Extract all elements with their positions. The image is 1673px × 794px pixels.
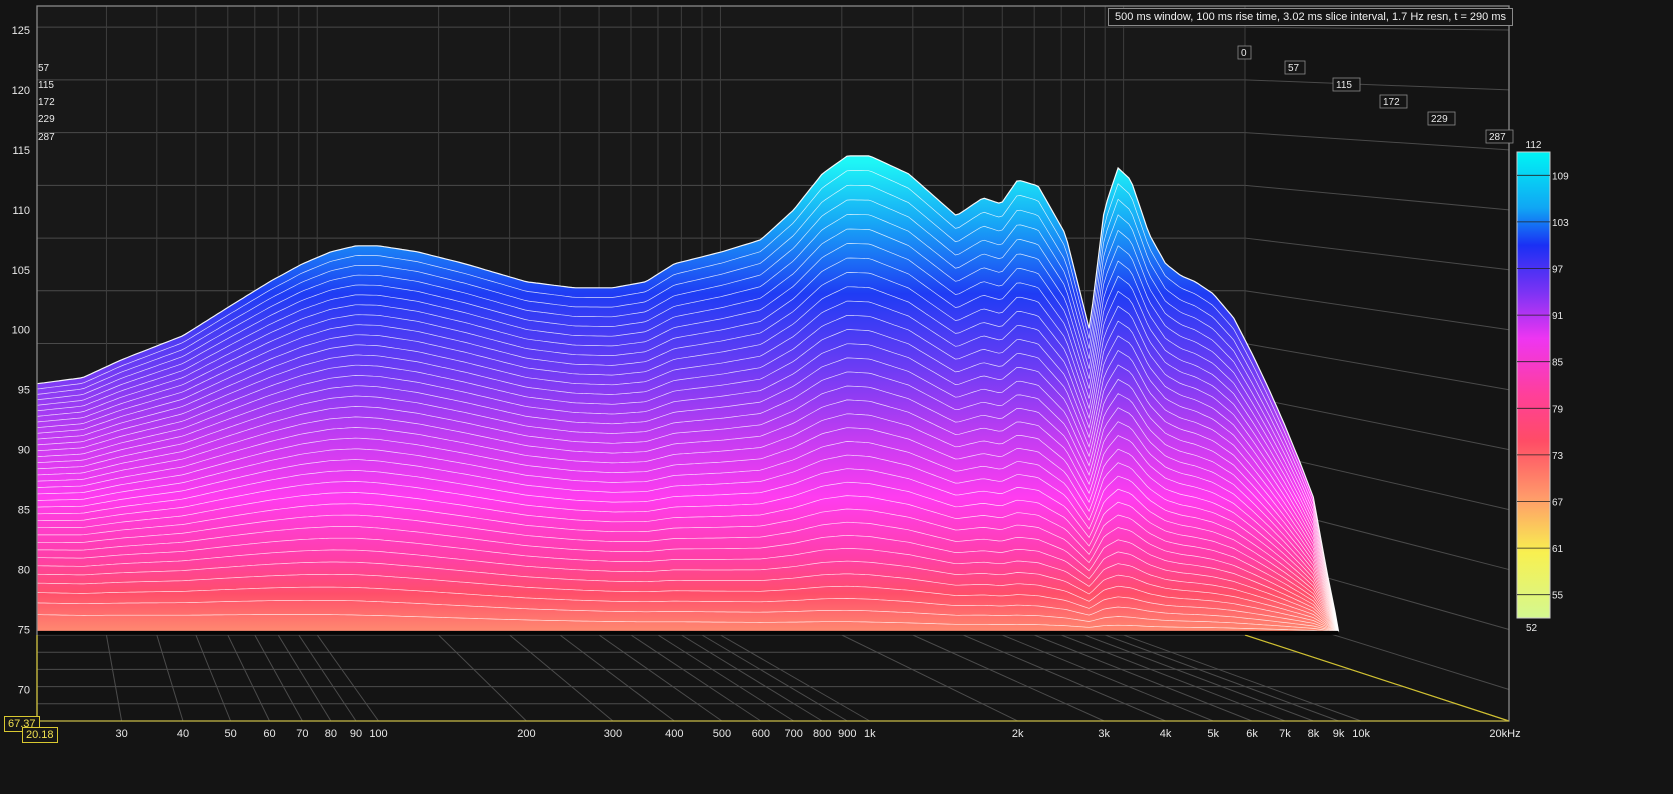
- time-tick-label-left: 287: [38, 132, 55, 143]
- side-grid-line: [1244, 132, 1510, 151]
- cursor-x-readout: 20.18: [22, 727, 58, 743]
- y-tick-label: 100: [12, 325, 30, 337]
- x-tick-label: 9k: [1333, 728, 1345, 740]
- floor-grid-line: [1060, 634, 1286, 722]
- x-tick-label: 5k: [1207, 728, 1219, 740]
- y-tick-label: 80: [18, 565, 30, 577]
- floor-grid-line: [962, 634, 1166, 722]
- floor-grid-line: [720, 634, 871, 722]
- y-tick-label: 105: [12, 265, 30, 277]
- floor-grid-line: [277, 634, 332, 722]
- x-tick-label: 800: [813, 728, 831, 740]
- floor-grid-line: [630, 634, 762, 722]
- floor-grid-line: [681, 634, 823, 722]
- side-grid-line: [1244, 26, 1510, 31]
- floor-grid-line: [1033, 634, 1253, 722]
- time-tick-label: 172: [1383, 97, 1400, 108]
- floor-grid-line: [1105, 634, 1339, 722]
- time-tick-label-left: 57: [38, 63, 50, 74]
- side-grid-line: [1244, 184, 1510, 211]
- y-tick-label: 90: [18, 445, 30, 457]
- y-tick-label: 95: [18, 385, 30, 397]
- x-tick-label: 7k: [1279, 728, 1291, 740]
- x-tick-label: 900: [838, 728, 856, 740]
- y-tick-label: 115: [12, 145, 30, 157]
- colorbar-tick-label: 85: [1552, 358, 1564, 369]
- x-tick-label: 500: [713, 728, 731, 740]
- y-tick-label: 125: [12, 25, 30, 37]
- colorbar-tick-label: 73: [1552, 451, 1564, 462]
- info-box: 500 ms window, 100 ms rise time, 3.02 ms…: [1108, 8, 1513, 26]
- colorbar-tick-label: 55: [1552, 591, 1564, 602]
- colorbar-tick-label: 67: [1552, 498, 1564, 509]
- y-axis: 70 75 80 85 90 95 100 105 110 115 120 125: [12, 25, 30, 696]
- floor-grid-line: [254, 634, 303, 722]
- y-tick-label: 70: [18, 684, 30, 696]
- time-tick-label: 287: [1489, 132, 1506, 143]
- floor-grid-line: [105, 634, 123, 722]
- side-grid-line: [1244, 343, 1510, 391]
- time-tick-label: 229: [1431, 114, 1448, 125]
- floor-grid-line: [841, 634, 1018, 722]
- colorbar-min: 52: [1526, 623, 1538, 634]
- floor-grid-line: [912, 634, 1105, 722]
- y-tick-label: 110: [12, 205, 30, 217]
- time-tick-label: 0: [1241, 48, 1247, 59]
- floor-grid-line: [1084, 634, 1314, 722]
- x-tick-label: 100: [369, 728, 387, 740]
- colorbar-tick-label: 109: [1552, 171, 1569, 182]
- floor-grid: [37, 634, 1510, 722]
- x-tick-label: 10k: [1352, 728, 1370, 740]
- y-tick-label: 85: [18, 505, 30, 517]
- floor-grid-line: [657, 634, 794, 722]
- floor-grid-line: [1002, 634, 1214, 722]
- x-tick-label: 50: [224, 728, 236, 740]
- time-tick-label: 115: [1336, 80, 1352, 91]
- x-tick-label: 6k: [1246, 728, 1258, 740]
- x-tick-label: 40: [177, 728, 189, 740]
- y-tick-label: 75: [18, 625, 30, 637]
- x-tick-label: 80: [325, 728, 337, 740]
- x-tick-label: 700: [785, 728, 803, 740]
- x-tick-label: 20kHz: [1489, 728, 1520, 740]
- x-tick-label: 90: [350, 728, 362, 740]
- floor-grid-line: [156, 634, 184, 722]
- x-tick-label: 60: [263, 728, 275, 740]
- x-tick-label: 400: [665, 728, 683, 740]
- x-tick-label: 2k: [1012, 728, 1024, 740]
- colorbar: 112 52 109 103 97 91 85 79 73 67 61 55: [1516, 140, 1569, 634]
- x-tick-label: 200: [517, 728, 535, 740]
- colorbar-tick-label: 103: [1552, 218, 1569, 229]
- x-tick-label: 70: [296, 728, 308, 740]
- colorbar-tick-label: 97: [1552, 265, 1564, 276]
- colorbar-max: 112: [1526, 140, 1542, 151]
- side-grid-line: [1244, 237, 1510, 271]
- x-tick-label: 3k: [1098, 728, 1110, 740]
- time-tick-label-left: 115: [38, 80, 54, 91]
- floor-grid-line: [701, 634, 848, 722]
- x-tick-label: 8k: [1308, 728, 1320, 740]
- x-axis: 30 40 50 60 70 80 90 100 200 300 400 500 600 700 800 90…: [115, 728, 1520, 740]
- floor-grid-line: [227, 634, 270, 722]
- floor-grid-line: [1123, 634, 1362, 722]
- time-tick-label-left: 172: [38, 97, 55, 108]
- colorbar-tick-label: 79: [1552, 404, 1564, 415]
- side-grid-line: [1244, 290, 1510, 331]
- x-tick-label: 300: [604, 728, 622, 740]
- waterfall-plot[interactable]: 70 75 80 85 90 95 100 105 110 115 120 125 30 40 50 60 7…: [0, 0, 1673, 794]
- colorbar-tick-label: 91: [1552, 311, 1564, 322]
- x-tick-label: 4k: [1160, 728, 1172, 740]
- floor-grid-line: [195, 634, 232, 722]
- y-tick-label: 120: [12, 85, 30, 97]
- time-tick-label-left: 229: [38, 114, 55, 125]
- side-grid-line: [1244, 79, 1510, 91]
- x-tick-label: 30: [115, 728, 127, 740]
- floor-grid-line: [438, 634, 527, 722]
- x-tick-label: 600: [752, 728, 770, 740]
- colorbar-tick-label: 61: [1552, 544, 1564, 555]
- floor-grid-line: [509, 634, 614, 722]
- time-tick-label: 57: [1288, 63, 1300, 74]
- x-tick-label: 1k: [864, 728, 876, 740]
